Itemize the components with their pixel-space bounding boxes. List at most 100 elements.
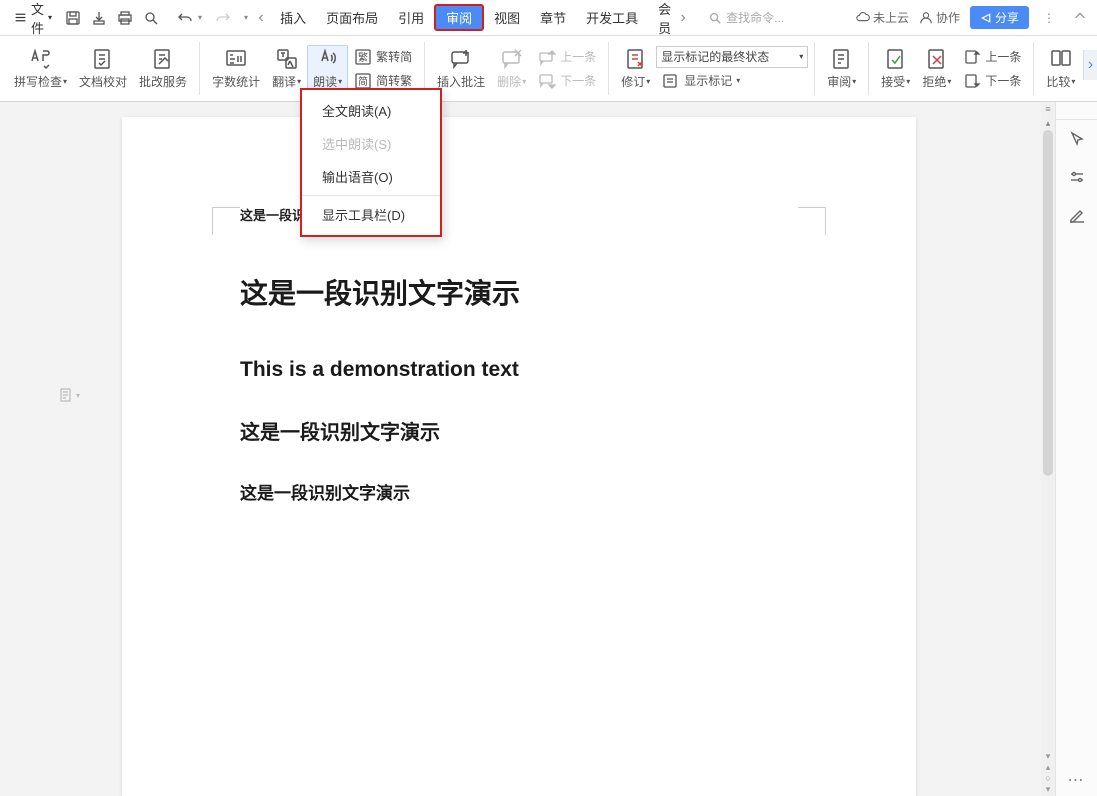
doc-title[interactable]: 这是一段识别文字演示 (240, 272, 798, 312)
trad-to-simp-button[interactable]: 繁 繁转简 (348, 46, 418, 68)
tab-sections[interactable]: 章节 (530, 0, 576, 35)
browse-object-button[interactable]: ○ (1045, 774, 1050, 783)
doc-up-icon (963, 48, 981, 66)
read-aloud-button[interactable]: 朗读▾ (307, 45, 348, 92)
doc-english[interactable]: This is a demonstration text (240, 358, 798, 382)
accept-label: 接受 (881, 73, 905, 90)
print-button[interactable] (112, 5, 138, 31)
cloud-label: 未上云 (873, 9, 909, 26)
menu-read-all[interactable]: 全文朗读(A) (302, 94, 440, 127)
prev-comment-button: 上一条 (532, 46, 602, 68)
doc-para-2[interactable]: 这是一段识别文字演示 (240, 479, 798, 504)
collapse-ribbon[interactable] (1069, 9, 1091, 26)
show-marks-button[interactable]: 显示标记▾ (656, 70, 808, 92)
doc-down-icon (963, 72, 981, 90)
share-button[interactable]: 分享 (970, 6, 1029, 29)
track-changes-button[interactable]: 修订▾ (615, 45, 656, 92)
undo-icon (177, 10, 193, 26)
wordcount-button[interactable]: 字数统计 (206, 45, 266, 92)
track-changes-label: 修订 (621, 73, 645, 90)
review-pane-icon (830, 47, 854, 71)
doc-compare-button[interactable]: 文档校对 (73, 45, 133, 92)
vertical-scrollbar[interactable]: ≡ ▴ ▾ ▴ ○ ▾ (1041, 102, 1055, 796)
prev-page-button[interactable]: ▴ (1046, 763, 1051, 772)
save-button[interactable] (60, 5, 86, 31)
export-button[interactable] (86, 5, 112, 31)
tab-references[interactable]: 引用 (388, 0, 434, 35)
document-page[interactable]: ▾ 这是一段识别文字演示 这是一段识别文字演示 This is a demons… (122, 117, 916, 796)
scroll-down-button[interactable]: ▾ (1046, 752, 1051, 761)
spellcheck-icon (29, 47, 53, 71)
print-preview-button[interactable] (138, 5, 164, 31)
save-icon (65, 10, 81, 26)
scroll-up-button[interactable]: ▴ (1041, 116, 1055, 130)
magnifier-icon (143, 10, 159, 26)
select-tool[interactable] (1056, 120, 1097, 158)
trad-to-simp-label: 繁转简 (376, 48, 412, 65)
sidebar-handle[interactable] (1056, 110, 1097, 120)
wordcount-label: 字数统计 (212, 73, 260, 90)
compare-button[interactable]: 比较▾ (1040, 45, 1081, 92)
review-pane-button[interactable]: 审阅▾ (821, 45, 862, 92)
display-mode-value: 显示标记的最终状态 (661, 48, 769, 65)
comment-down-icon (538, 72, 556, 90)
redo-button[interactable] (210, 5, 236, 31)
page-icon (58, 387, 74, 403)
scroll-thumb[interactable] (1043, 130, 1053, 476)
comment-plus-icon (449, 47, 473, 71)
accept-button[interactable]: 接受▾ (875, 45, 916, 92)
redo-icon (215, 10, 231, 26)
cloud-status[interactable]: 未上云 (856, 9, 909, 26)
next-page-button[interactable]: ▾ (1046, 785, 1051, 794)
ribbon-scroll-right[interactable]: › (1083, 50, 1097, 80)
qat-customize[interactable]: ▾ (244, 13, 248, 22)
document-viewport[interactable]: ▾ 这是一段识别文字演示 这是一段识别文字演示 This is a demons… (0, 102, 1055, 796)
revise-service-button[interactable]: 批改服务 (133, 45, 193, 92)
spellcheck-button[interactable]: 拼写检查▾ (8, 45, 73, 92)
settings-tool[interactable] (1056, 158, 1097, 196)
highlight-tool[interactable] (1056, 196, 1097, 234)
tab-insert[interactable]: 插入 (270, 0, 316, 35)
collab-button[interactable]: 协作 (919, 9, 960, 26)
menu-output-audio[interactable]: 输出语音(O) (302, 160, 440, 193)
sliders-icon (1068, 168, 1086, 186)
tab-scroll-left[interactable]: ‹ (252, 6, 270, 30)
tab-scroll-right[interactable]: › (674, 6, 692, 30)
more-menu[interactable]: ⋮ (1039, 11, 1059, 25)
prev-change-button[interactable]: 上一条 (957, 46, 1027, 68)
scroll-split-icon[interactable]: ≡ (1041, 102, 1055, 116)
tab-developer[interactable]: 开发工具 (576, 0, 648, 35)
doc-compare-icon (1049, 47, 1073, 71)
menu-show-toolbar[interactable]: 显示工具栏(D) (302, 198, 440, 231)
scroll-track[interactable] (1043, 130, 1053, 726)
undo-dropdown[interactable]: ▾ (198, 13, 202, 22)
sidebar-more[interactable]: ⋯ (1056, 764, 1097, 796)
translate-button[interactable]: 翻译▾ (266, 45, 307, 92)
revise-icon (151, 47, 175, 71)
tab-member[interactable]: 会员 (648, 0, 674, 35)
next-change-button[interactable]: 下一条 (957, 70, 1027, 92)
delete-comment-label: 删除 (497, 73, 521, 90)
chevron-down-icon: ▾ (799, 52, 803, 61)
tab-page-layout[interactable]: 页面布局 (316, 0, 388, 35)
command-search[interactable]: 查找命令... (708, 9, 784, 26)
tab-review[interactable]: 审阅 (434, 4, 484, 31)
chevron-down-icon: ▾ (76, 391, 80, 400)
display-mode-combo[interactable]: 显示标记的最终状态 ▾ (656, 46, 808, 68)
reject-button[interactable]: 拒绝▾ (916, 45, 957, 92)
reject-icon (925, 47, 949, 71)
marks-icon (662, 72, 680, 90)
file-menu[interactable]: 文件 ▾ (6, 0, 60, 35)
insert-comment-button[interactable]: 插入批注 (431, 45, 491, 92)
next-comment-label: 下一条 (560, 72, 596, 89)
undo-button[interactable] (172, 5, 198, 31)
share-icon (980, 12, 992, 24)
export-icon (91, 10, 107, 26)
doc-check-icon (91, 47, 115, 71)
chevron-up-icon (1073, 9, 1087, 23)
search-icon (708, 11, 722, 25)
doc-compare-label: 文档校对 (79, 73, 127, 90)
doc-para-1[interactable]: 这是一段识别文字演示 (240, 416, 798, 445)
paragraph-handle[interactable]: ▾ (58, 387, 80, 403)
tab-view[interactable]: 视图 (484, 0, 530, 35)
